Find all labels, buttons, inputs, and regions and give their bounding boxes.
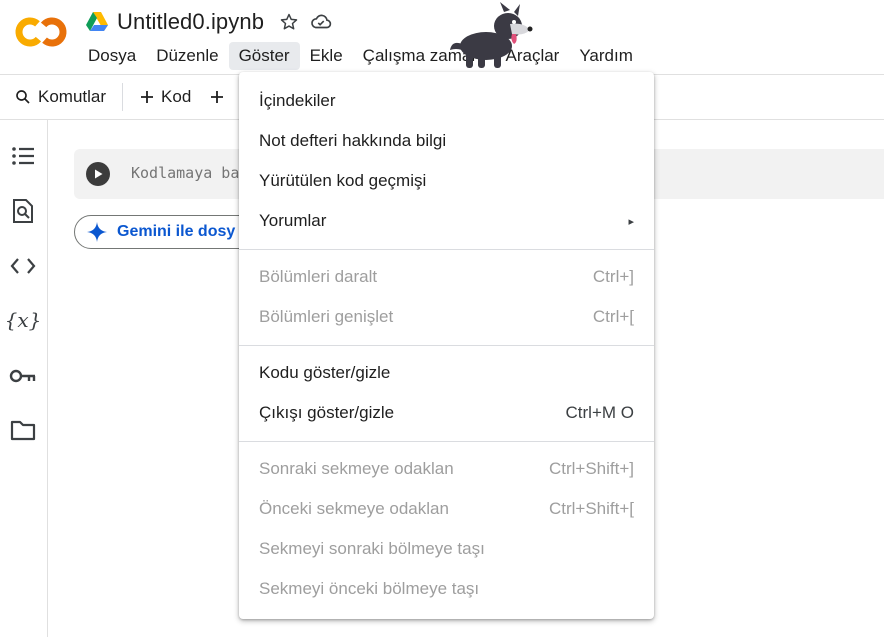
menu-item-label: Yorumlar — [259, 211, 327, 230]
star-icon[interactable] — [278, 11, 300, 33]
menu-item-show-hide-code[interactable]: Kodu göster/gizle — [239, 353, 654, 393]
menu-item-shortcut: Ctrl+[ — [592, 307, 634, 326]
menu-edit[interactable]: Düzenle — [146, 42, 228, 70]
menu-item-move-tab-next-pane: Sekmeyi sonraki bölmeye taşı — [239, 529, 654, 569]
secrets-key-icon[interactable] — [9, 362, 37, 390]
menu-separator — [239, 345, 654, 346]
menu-item-label: Sekmeyi sonraki bölmeye taşı — [259, 539, 485, 558]
menu-help[interactable]: Yardım — [569, 42, 643, 70]
menu-item-label: Kodu göster/gizle — [259, 363, 391, 382]
table-of-contents-icon[interactable] — [9, 142, 37, 170]
cell-gutter — [74, 149, 122, 199]
variables-icon[interactable]: {x} — [5, 306, 42, 334]
add-text-button[interactable] — [199, 81, 233, 113]
menu-item-executed-code-history[interactable]: Yürütülen kod geçmişi — [239, 161, 654, 201]
gemini-label: Gemini ile dosy — [117, 223, 236, 240]
menu-item-shortcut: Ctrl+Shift+[ — [548, 499, 634, 518]
menu-item-table-of-contents[interactable]: İçindekiler — [239, 81, 654, 121]
play-icon — [95, 169, 103, 179]
menu-item-label: Önceki sekmeye odaklan — [259, 499, 449, 518]
menu-item-focus-previous-tab: Önceki sekmeye odaklan Ctrl+Shift+[ — [239, 489, 654, 529]
menu-item-move-tab-previous-pane: Sekmeyi önceki bölmeye taşı — [239, 569, 654, 609]
menu-item-focus-next-tab: Sonraki sekmeye odaklan Ctrl+Shift+] — [239, 449, 654, 489]
menu-separator — [239, 441, 654, 442]
menu-item-shortcut: Ctrl+] — [592, 267, 634, 286]
menu-item-show-hide-output[interactable]: Çıkışı göster/gizle Ctrl+M O — [239, 393, 654, 433]
menu-item-label: İçindekiler — [259, 91, 336, 110]
view-menu-dropdown: İçindekiler Not defteri hakkında bilgi Y… — [239, 72, 654, 619]
menu-item-label: Bölümleri genişlet — [259, 307, 394, 326]
menu-separator — [239, 249, 654, 250]
left-sidebar: {x} — [0, 120, 48, 637]
menu-insert[interactable]: Ekle — [300, 42, 353, 70]
menu-item-notebook-info[interactable]: Not defteri hakkında bilgi — [239, 121, 654, 161]
cloud-saved-icon[interactable] — [310, 11, 332, 33]
menu-item-label: Sonraki sekmeye odaklan — [259, 459, 454, 478]
cell-placeholder[interactable]: Kodlamaya ba — [131, 164, 239, 182]
menu-item-expand-sections: Bölümleri genişlet Ctrl+[ — [239, 297, 654, 337]
colab-logo[interactable] — [14, 12, 70, 52]
menu-item-label: Not defteri hakkında bilgi — [259, 131, 447, 150]
dog-mascot-icon — [450, 2, 533, 68]
find-in-notebook-icon[interactable] — [9, 197, 37, 225]
commands-button[interactable]: Komutlar — [0, 81, 114, 113]
gemini-sparkle-icon — [87, 222, 107, 242]
submenu-arrow-icon: ▸ — [628, 215, 634, 228]
notebook-title[interactable]: Untitled0.ipynb — [117, 9, 264, 35]
menu-item-label: Çıkışı göster/gizle — [259, 403, 395, 422]
menu-bar: Dosya Düzenle Göster Ekle Çalışma zamanı… — [78, 41, 643, 71]
menu-item-label: Yürütülen kod geçmişi — [259, 171, 427, 190]
menu-item-label: Bölümleri daralt — [259, 267, 378, 286]
menu-item-shortcut: Ctrl+Shift+] — [548, 459, 634, 478]
add-code-label: Kod — [161, 87, 192, 106]
add-code-button[interactable]: Kod — [131, 81, 199, 113]
app-header: Untitled0.ipynb Dosya Düzenle Göster Ekl… — [0, 0, 884, 74]
menu-item-comments[interactable]: Yorumlar ▸ — [239, 201, 654, 241]
menu-file[interactable]: Dosya — [78, 42, 146, 70]
menu-item-label: Sekmeyi önceki bölmeye taşı — [259, 579, 480, 598]
menu-item-collapse-sections: Bölümleri daralt Ctrl+] — [239, 257, 654, 297]
run-cell-button[interactable] — [86, 162, 110, 186]
plus-icon — [141, 91, 154, 103]
menu-item-shortcut: Ctrl+M O — [565, 403, 634, 422]
plus-icon — [211, 91, 224, 103]
code-snippets-icon[interactable] — [9, 252, 37, 280]
files-folder-icon[interactable] — [9, 416, 37, 444]
google-drive-icon[interactable] — [86, 12, 108, 32]
toolbar-separator — [122, 83, 124, 111]
search-icon — [16, 90, 30, 104]
commands-label: Komutlar — [38, 87, 107, 106]
menu-view[interactable]: Göster — [228, 42, 300, 70]
